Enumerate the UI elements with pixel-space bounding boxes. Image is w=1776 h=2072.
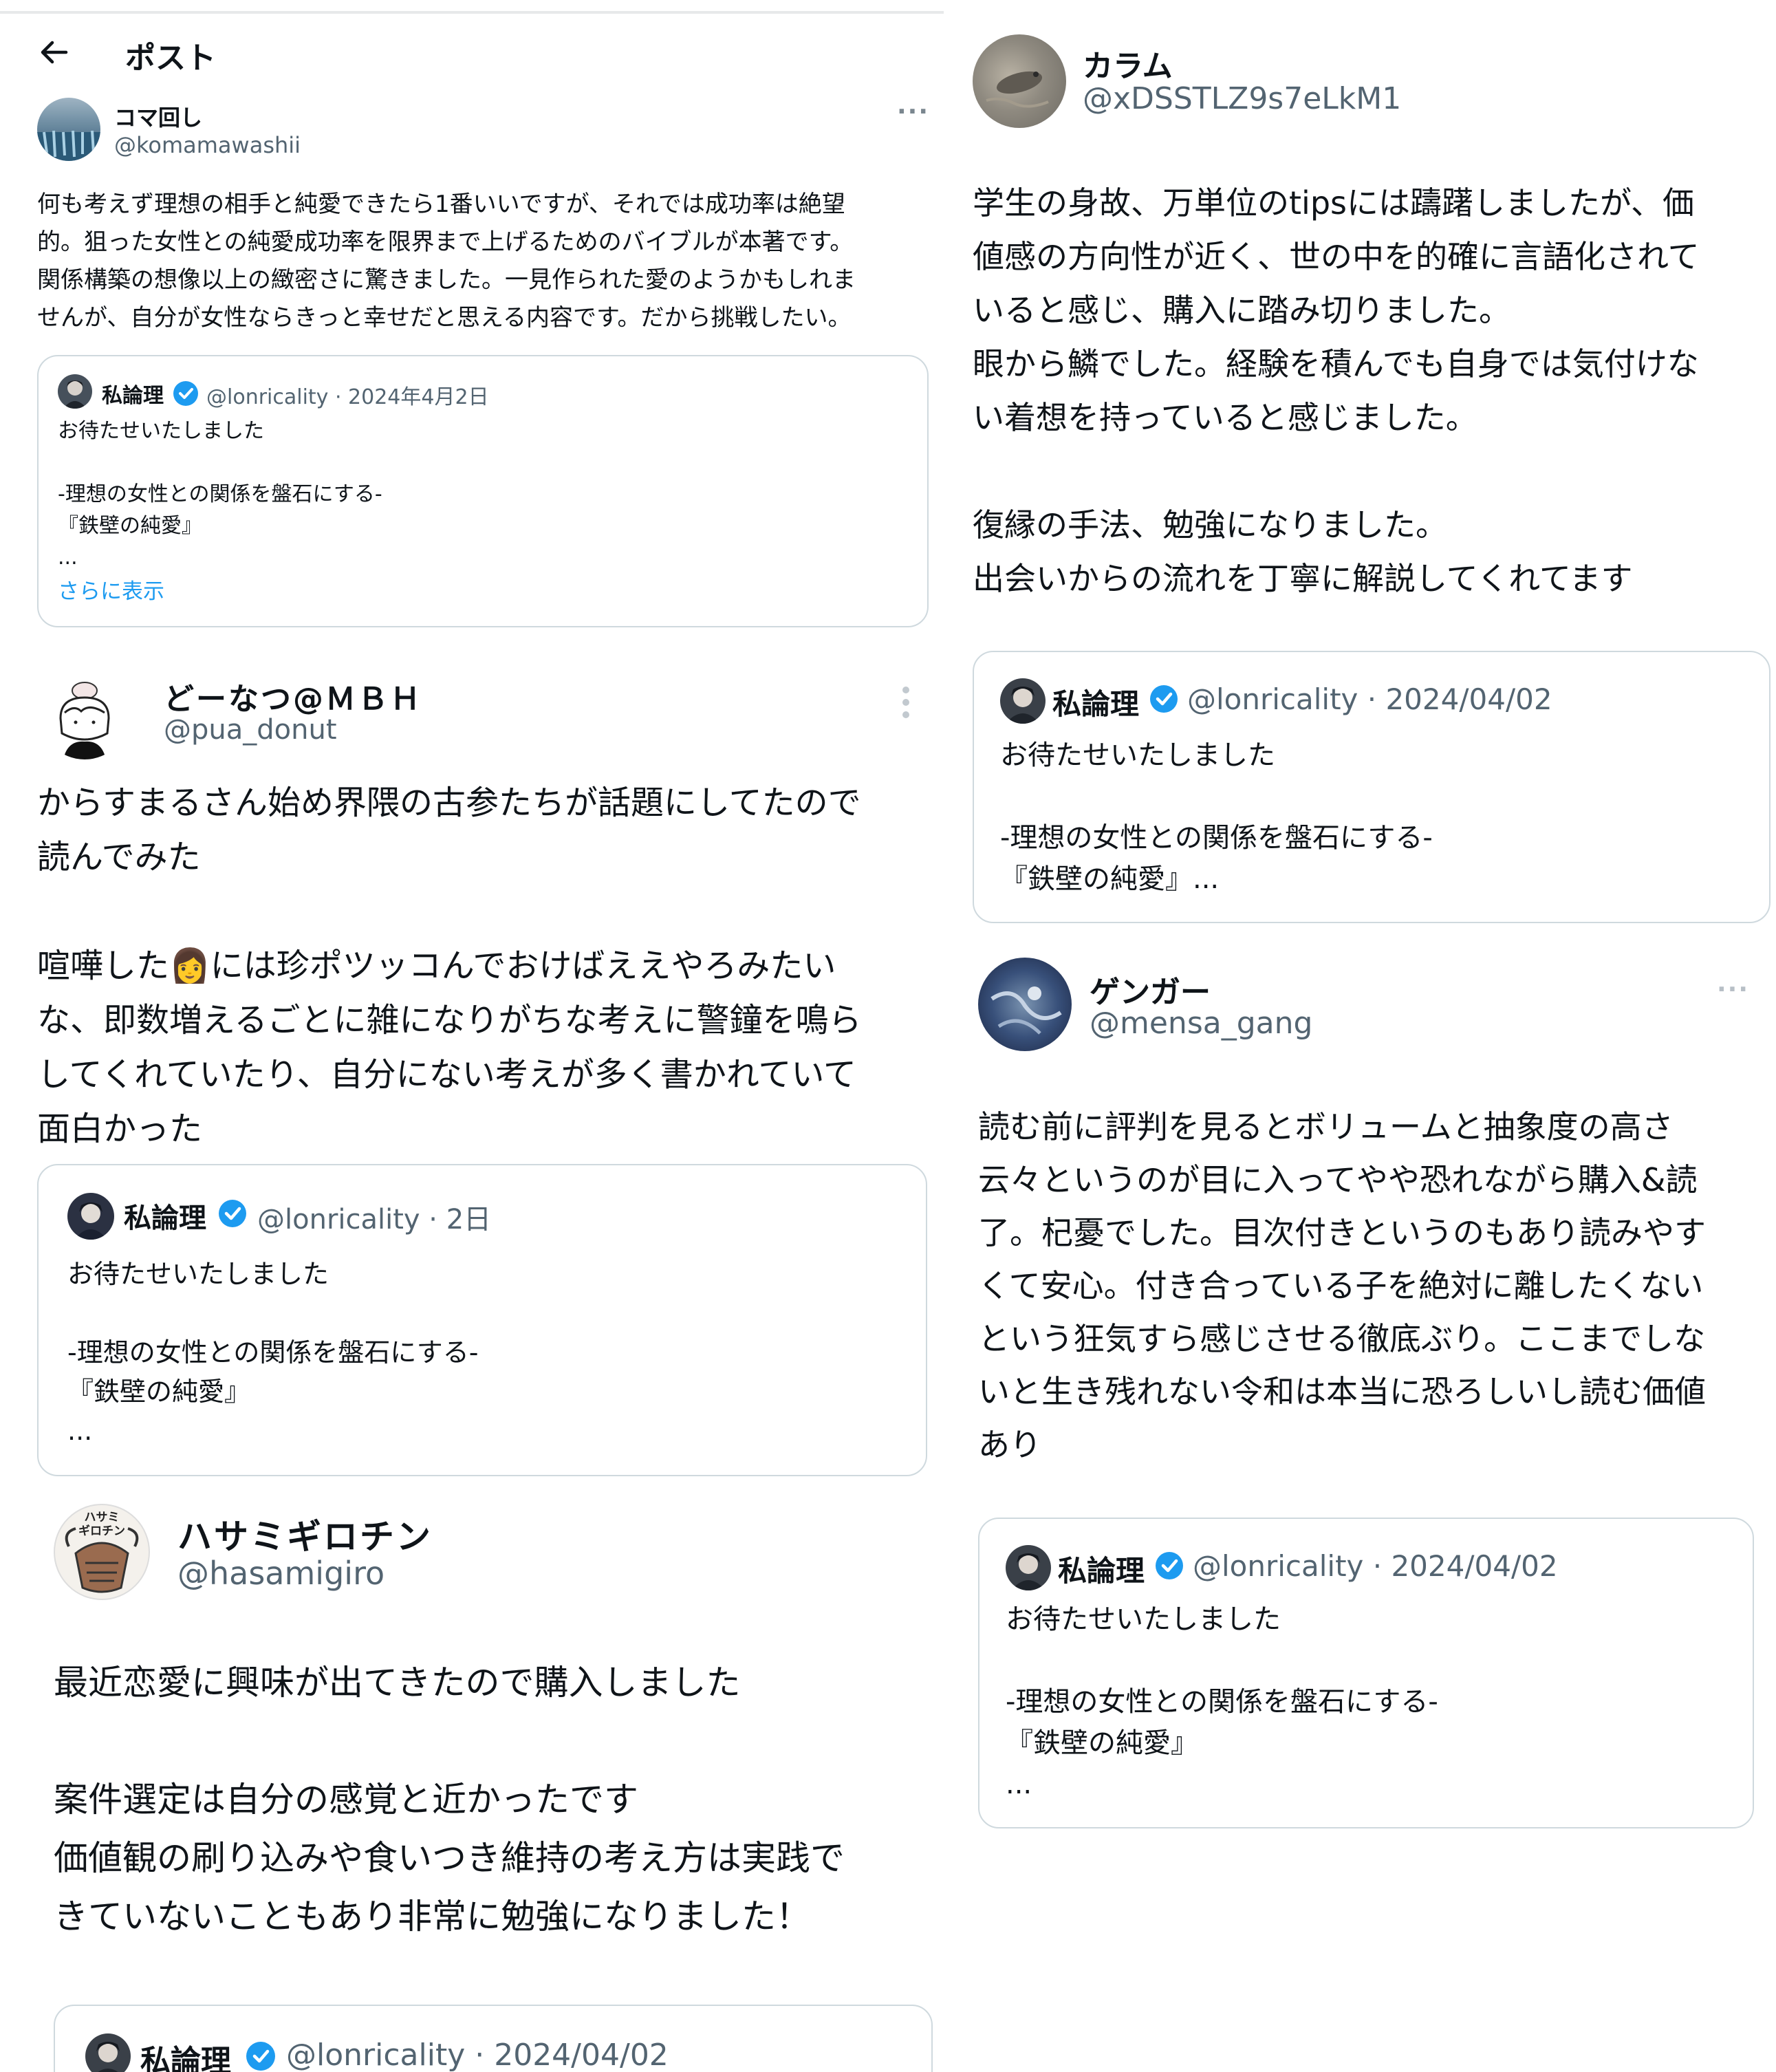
arrow-left-icon — [41, 41, 68, 64]
quote-author-name: 私論理 — [124, 1202, 206, 1234]
author-handle[interactable]: @hasamigiro — [177, 1555, 385, 1592]
quote-meta: @lonricality · 2024/04/02 — [286, 2038, 669, 2072]
author-name[interactable]: カラム — [1083, 41, 1173, 85]
verified-badge-icon — [246, 2042, 275, 2071]
quote-text: お待たせいたしました -理想の女性との関係を盤石にする- 『鉄壁の純愛』 ... — [58, 419, 382, 570]
quote-avatar — [67, 1193, 114, 1240]
post-text: からすまるさん始め界隈の古参たちが話題にしてたので 読んでみた 喧嘩した👩には珍… — [37, 776, 938, 1156]
author-name[interactable]: ハサミギロチン — [177, 1509, 433, 1559]
post-text: 最近恋愛に興味が出てきたので購入しました 案件選定は自分の感覚と近かったです 価… — [54, 1663, 845, 1936]
avatar[interactable] — [978, 958, 1072, 1051]
avatar-photo-icon — [37, 130, 100, 161]
avatar[interactable] — [37, 98, 100, 161]
author-name[interactable]: どーなつ@ＭＢＨ — [164, 674, 422, 718]
quoted-post[interactable]: 私論理 @lonricality · 2024年4月2日 お待たせいたしました … — [37, 355, 929, 627]
avatar-character-icon — [96, 2042, 120, 2072]
more-options-icon[interactable] — [902, 687, 909, 724]
woman-emoji-icon: 👩 — [169, 947, 210, 985]
post-panel-komamawashi: ポスト コマ回し @komamawashii ··· 何も考えず理想の相手と純愛… — [0, 0, 944, 647]
quoted-post[interactable]: 私論理 @lonricality · 2日 お待たせいたしました -理想の女性と… — [37, 1164, 927, 1476]
avatar-label: ハサミ ギロチン — [78, 1511, 125, 1538]
quote-meta: @lonricality · 2024/04/02 — [1187, 682, 1552, 716]
quote-avatar — [1006, 1545, 1051, 1590]
post-panel-hasamigiro: ハサミ ギロチン ハサミギロチン @hasamigiro 最近恋愛に興味が出てき… — [0, 1483, 944, 2072]
quote-meta: @lonricality · 2024/04/02 — [1193, 1549, 1558, 1583]
quote-author-name: 私論理 — [1058, 1554, 1145, 1588]
post-panel-column: カラム @xDSSTLZ9s7eLkM1 学生の身故、万単位のtipsには躊躇し… — [944, 0, 1776, 936]
more-options-icon[interactable]: ··· — [1717, 975, 1749, 1004]
avatar-illustration-icon — [59, 682, 110, 759]
avatar-character-icon — [74, 1202, 107, 1240]
top-border — [0, 11, 944, 14]
quote-author-name: 私論理 — [1052, 687, 1140, 721]
quote-meta: @lonricality · 2024年4月2日 — [206, 385, 489, 409]
quote-text: お待たせいたしました -理想の女性との関係を盤石にする- 『鉄壁の純愛』 ... — [67, 1259, 479, 1446]
author-handle[interactable]: @komamawashii — [114, 132, 301, 158]
quote-author-name: 私論理 — [102, 384, 164, 408]
quote-avatar — [58, 374, 92, 409]
quote-author-name: 私論理 — [140, 2044, 231, 2072]
avatar-character-icon — [1006, 687, 1040, 724]
quote-avatar — [85, 2033, 131, 2072]
post-panel-donut: どーなつ@ＭＢＨ @pua_donut からすまるさん始め界隈の古参たちが話題に… — [0, 647, 944, 1483]
post-text: 学生の身故、万単位のtipsには躊躇しましたが、価 値感の方向性が近く、世の中を… — [973, 184, 1700, 597]
verified-badge-icon — [173, 381, 198, 406]
quoted-post[interactable]: 私論理 @lonricality · 2024/04/02 — [54, 2005, 933, 2072]
author-name[interactable]: ゲンガー — [1090, 967, 1211, 1011]
avatar-photo-icon — [990, 986, 1062, 1035]
quote-meta: @lonricality · 2日 — [257, 1204, 492, 1235]
avatar-character-icon — [1011, 1553, 1046, 1590]
verified-badge-icon — [1150, 685, 1178, 713]
avatar-character-icon — [63, 380, 87, 409]
show-more-link[interactable]: さらに表示 — [58, 574, 164, 605]
post-panel-mensa: ゲンガー @mensa_gang ··· 読む前に評判を見るとボリュームと抽象度… — [944, 936, 1776, 2072]
page-title: ポスト — [125, 41, 216, 76]
verified-badge-icon — [1156, 1552, 1183, 1579]
avatar-photo-icon — [986, 71, 1049, 108]
author-name[interactable]: コマ回し — [114, 100, 202, 132]
verified-badge-icon — [219, 1200, 246, 1227]
avatar[interactable] — [973, 34, 1066, 128]
post-text: 何も考えず理想の相手と純愛できたら1番いいですが、それでは成功率は絶望 的。狙っ… — [37, 191, 856, 332]
back-button[interactable] — [36, 36, 77, 70]
quote-text: お待たせいたしました -理想の女性との関係を盤石にする- 『鉄壁の純愛』 ... — [1006, 1604, 1438, 1800]
author-handle[interactable]: @mensa_gang — [1090, 1006, 1312, 1041]
quoted-post[interactable]: 私論理 @lonricality · 2024/04/02 お待たせいたしました… — [973, 651, 1770, 923]
more-options-icon[interactable]: ··· — [897, 98, 929, 126]
avatar[interactable] — [40, 670, 129, 759]
quote-avatar — [1000, 678, 1046, 724]
author-handle[interactable]: @pua_donut — [164, 714, 337, 746]
post-text: 読む前に評判を見るとボリュームと抽象度の高さ 云々というのが目に入ってやや恐れな… — [978, 1108, 1706, 1463]
quoted-post[interactable]: 私論理 @lonricality · 2024/04/02 お待たせいたしました… — [978, 1518, 1754, 1828]
author-handle[interactable]: @xDSSTLZ9s7eLkM1 — [1083, 81, 1401, 116]
quote-text: お待たせいたしました -理想の女性との関係を盤石にする- 『鉄壁の純愛』... — [1000, 740, 1433, 895]
